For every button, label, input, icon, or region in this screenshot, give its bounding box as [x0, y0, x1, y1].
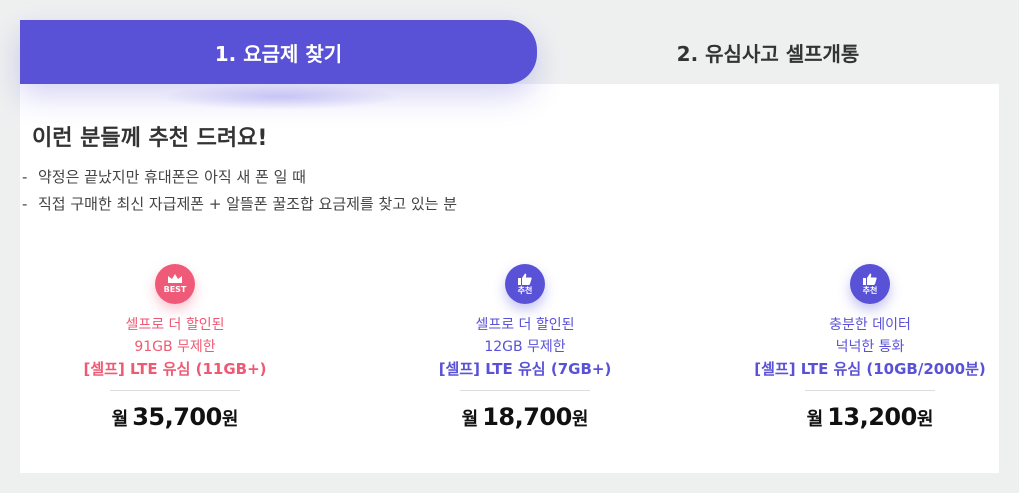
- best-badge: BEST: [155, 264, 195, 304]
- badge-label: 추천: [517, 285, 533, 295]
- thumbs-up-icon: [863, 273, 877, 285]
- plan-description: 셀프로 더 할인된 12GB 무제한: [375, 314, 675, 358]
- price-amount: 18,700: [482, 403, 572, 431]
- plan-desc-line1: 충분한 데이터: [829, 317, 911, 333]
- active-tab-glow: [160, 84, 400, 110]
- tab-usim-self-activation[interactable]: 2. 유심사고 셀프개통: [537, 20, 999, 84]
- plan-card-best[interactable]: BEST 셀프로 더 할인된 91GB 무제한 [셀프] LTE 유심 (11G…: [25, 264, 325, 431]
- plan-desc-line2: 넉넉한 통화: [835, 339, 905, 355]
- tab-find-plan[interactable]: 1. 요금제 찾기: [20, 20, 537, 84]
- divider: [805, 390, 935, 391]
- price-unit: 원: [221, 409, 239, 430]
- badge-label: 추천: [862, 285, 878, 295]
- price-amount: 13,200: [827, 403, 917, 431]
- plan-description: 충분한 데이터 넉넉한 통화: [720, 314, 1019, 358]
- plan-price: 월 13,200원: [720, 403, 1019, 431]
- plan-card-recommended[interactable]: 추천 셀프로 더 할인된 12GB 무제한 [셀프] LTE 유심 (7GB+)…: [375, 264, 675, 431]
- plan-name: [셀프] LTE 유심 (10GB/2000분): [754, 360, 986, 378]
- plan-desc-line2: 12GB 무제한: [484, 339, 566, 355]
- list-item-text: 약정은 끝났지만 휴대폰은 아직 새 폰 일 때: [38, 168, 306, 186]
- plan-name: [셀프] LTE 유심 (7GB+): [438, 360, 612, 378]
- list-item-text: 직접 구매한 최신 자급제폰 + 알뜰폰 꿀조합 요금제를 찾고 있는 분: [38, 195, 458, 213]
- price-unit: 원: [916, 409, 934, 430]
- price-prefix: 월: [806, 409, 824, 430]
- plan-desc-line1: 셀프로 더 할인된: [475, 317, 575, 333]
- list-item: - 약정은 끝났지만 휴대폰은 아직 새 폰 일 때: [22, 168, 306, 186]
- content-panel: 이런 분들께 추천 드려요! - 약정은 끝났지만 휴대폰은 아직 새 폰 일 때…: [20, 84, 999, 473]
- price-prefix: 월: [111, 409, 129, 430]
- plan-cards: BEST 셀프로 더 할인된 91GB 무제한 [셀프] LTE 유심 (11G…: [20, 264, 999, 464]
- thumbs-up-icon: [518, 273, 532, 285]
- plan-desc-line2: 91GB 무제한: [134, 339, 216, 355]
- price-prefix: 월: [461, 409, 479, 430]
- plan-name: [셀프] LTE 유심 (11GB+): [83, 360, 267, 378]
- recommend-badge: 추천: [850, 264, 890, 304]
- crown-icon: [168, 274, 182, 283]
- divider: [110, 390, 240, 391]
- divider: [460, 390, 590, 391]
- list-item: - 직접 구매한 최신 자급제폰 + 알뜰폰 꿀조합 요금제를 찾고 있는 분: [22, 195, 458, 213]
- plan-card-recommended[interactable]: 추천 충분한 데이터 넉넉한 통화 [셀프] LTE 유심 (10GB/2000…: [720, 264, 1019, 431]
- plan-price: 월 35,700원: [25, 403, 325, 431]
- badge-label: BEST: [163, 285, 187, 294]
- recommend-badge: 추천: [505, 264, 545, 304]
- plan-price: 월 18,700원: [375, 403, 675, 431]
- tab-bar: 1. 요금제 찾기 2. 유심사고 셀프개통: [20, 20, 999, 84]
- plan-description: 셀프로 더 할인된 91GB 무제한: [25, 314, 325, 358]
- plan-desc-line1: 셀프로 더 할인된: [125, 317, 225, 333]
- price-unit: 원: [571, 409, 589, 430]
- recommend-headline: 이런 분들께 추천 드려요!: [32, 126, 268, 151]
- recommend-list: - 약정은 끝났지만 휴대폰은 아직 새 폰 일 때 - 직접 구매한 최신 자급제…: [22, 164, 457, 218]
- price-amount: 35,700: [132, 403, 222, 431]
